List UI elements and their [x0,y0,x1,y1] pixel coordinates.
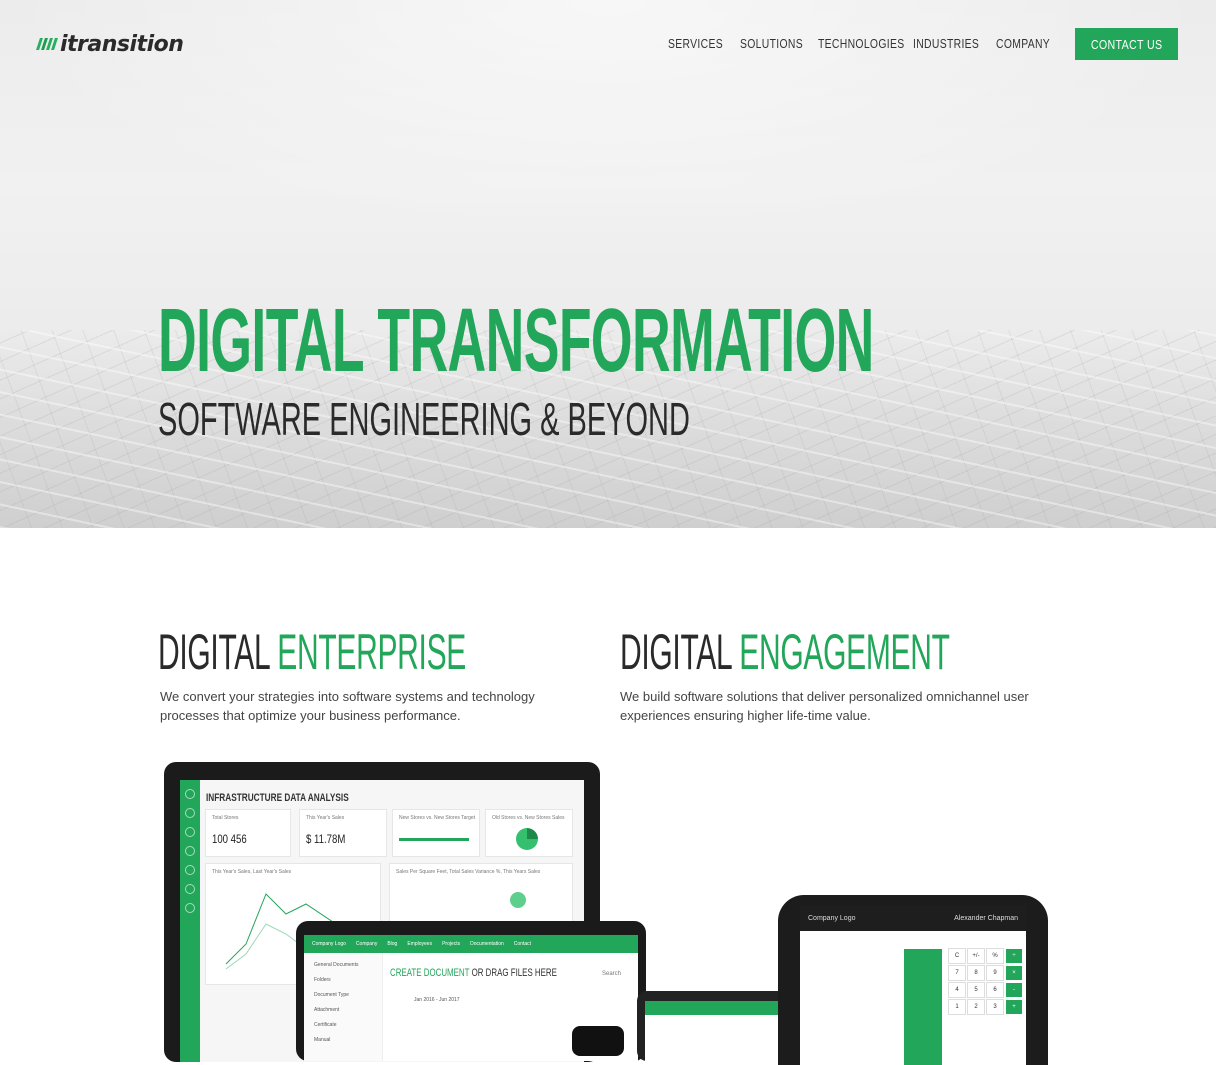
tablet-nav-item[interactable]: Company [356,941,377,947]
tablet-side-item[interactable]: Folders [314,977,382,983]
title-dark: OR DRAG FILES HERE [471,967,557,979]
pos-key[interactable]: % [987,949,1003,963]
tablet-side-item[interactable]: General Documents [314,962,382,968]
section-desc-engagement: We build software solutions that deliver… [620,689,1029,723]
hero-banner [0,0,1216,528]
nav-company[interactable]: COMPANY [996,36,1050,51]
tablet-nav-item[interactable]: Employees [407,941,432,947]
section-title-dark: DIGITAL [158,624,270,680]
tablet-nav-item[interactable]: Documentation [470,941,504,947]
pos-key[interactable]: C [949,949,965,963]
pos-topbar: Company Logo Alexander Chapman [800,905,1026,931]
pos-user: Alexander Chapman [954,914,1018,922]
phone-mockup [572,1026,624,1056]
pos-key[interactable]: 4 [949,983,965,997]
pos-key[interactable]: 7 [949,966,965,980]
pos-screen: Company Logo Alexander Chapman C +/- % ÷… [800,905,1026,1065]
pos-key[interactable]: 5 [968,983,984,997]
section-title-dark: DIGITAL [620,624,732,680]
section-title-enterprise: DIGITAL ENTERPRISE [158,624,466,680]
bubble-icon [510,892,526,908]
stat-card: This Year's Sales $ 11.78M [300,810,386,856]
contact-us-button[interactable]: CONTACT US [1075,28,1178,60]
tablet-logo: Company Logo [312,941,346,947]
hero-title: DIGITAL TRANSFORMATION [158,291,874,391]
logo[interactable]: itransition [36,30,184,58]
section-title-engagement: DIGITAL ENGAGEMENT [620,624,950,680]
section-title-green: ENGAGEMENT [739,624,950,680]
stat-card: Total Stores 100 456 [206,810,290,856]
logo-mark-icon [36,38,58,50]
pos-key[interactable]: 3 [987,1000,1003,1014]
section-desc-enterprise: We convert your strategies into software… [160,689,535,723]
pos-key[interactable]: ÷ [1006,949,1022,963]
tablet-side-item[interactable]: Manual [314,1037,382,1043]
pos-key[interactable]: 1 [949,1000,965,1014]
nav-services[interactable]: SERVICES [668,36,723,51]
tablet-side-item[interactable]: Document Type [314,992,382,998]
dashboard-heading: INFRASTRUCTURE DATA ANALYSIS [206,792,349,804]
logo-text: itransition [60,31,184,57]
pos-action-panel[interactable] [904,949,942,1065]
chart-card-label: Sales Per Square Feet, Total Sales Varia… [396,869,541,875]
tablet-nav-item[interactable]: Projects [442,941,460,947]
pos-key[interactable]: - [1006,983,1022,997]
pos-key[interactable]: × [1006,966,1022,980]
tablet-side-item[interactable]: Certificate [314,1022,382,1028]
tablet-side-item[interactable]: Attachment [314,1007,382,1013]
stat-card-value: $ 11.78M [306,832,346,846]
stat-card: New Stores vs. New Stores Target [393,810,479,856]
pos-key[interactable]: 9 [987,966,1003,980]
dashboard-sidebar [180,780,200,1062]
tablet-main-title: CREATE DOCUMENT OR DRAG FILES HERE [390,967,557,979]
nav-technologies[interactable]: TECHNOLOGIES [818,36,904,51]
stat-card-label: This Year's Sales [306,815,345,821]
title-green: CREATE DOCUMENT [390,967,470,979]
pie-chart-icon [516,828,538,850]
tablet-nav-item[interactable]: Contact [514,941,531,947]
tablet-topbar: Company Logo Company Blog Employees Proj… [304,935,638,953]
hero-subtitle: SOFTWARE ENGINEERING & BEYOND [158,393,690,445]
stat-card: Old Stores vs. New Stores Sales [486,810,572,856]
tablet-search[interactable]: Search [602,971,621,977]
contact-us-label: CONTACT US [1090,36,1163,52]
stat-card-label: Old Stores vs. New Stores Sales [492,815,565,821]
progress-bar [399,838,469,841]
nav-industries[interactable]: INDUSTRIES [913,36,979,51]
stat-card-label: New Stores vs. New Stores Target [399,815,476,821]
pos-key[interactable]: 2 [968,1000,984,1014]
tablet-nav-item[interactable]: Blog [387,941,397,947]
tablet-period: Jan 2016 - Jun 2017 [414,997,460,1003]
stat-card-value: 100 456 [212,832,247,846]
pos-key[interactable]: 6 [987,983,1003,997]
pos-key[interactable]: 8 [968,966,984,980]
section-title-green: ENTERPRISE [277,624,467,680]
nav-solutions[interactable]: SOLUTIONS [740,36,803,51]
tablet-sidebar: General Documents Folders Document Type … [304,953,383,1061]
pos-logo: Company Logo [808,914,856,922]
pos-key[interactable]: + [1006,1000,1022,1014]
pos-key[interactable]: +/- [968,949,984,963]
pos-keypad: C +/- % ÷ 7 8 9 × 4 5 6 - 1 2 3 + [949,949,1022,1014]
stat-card-label: Total Stores [212,815,239,821]
